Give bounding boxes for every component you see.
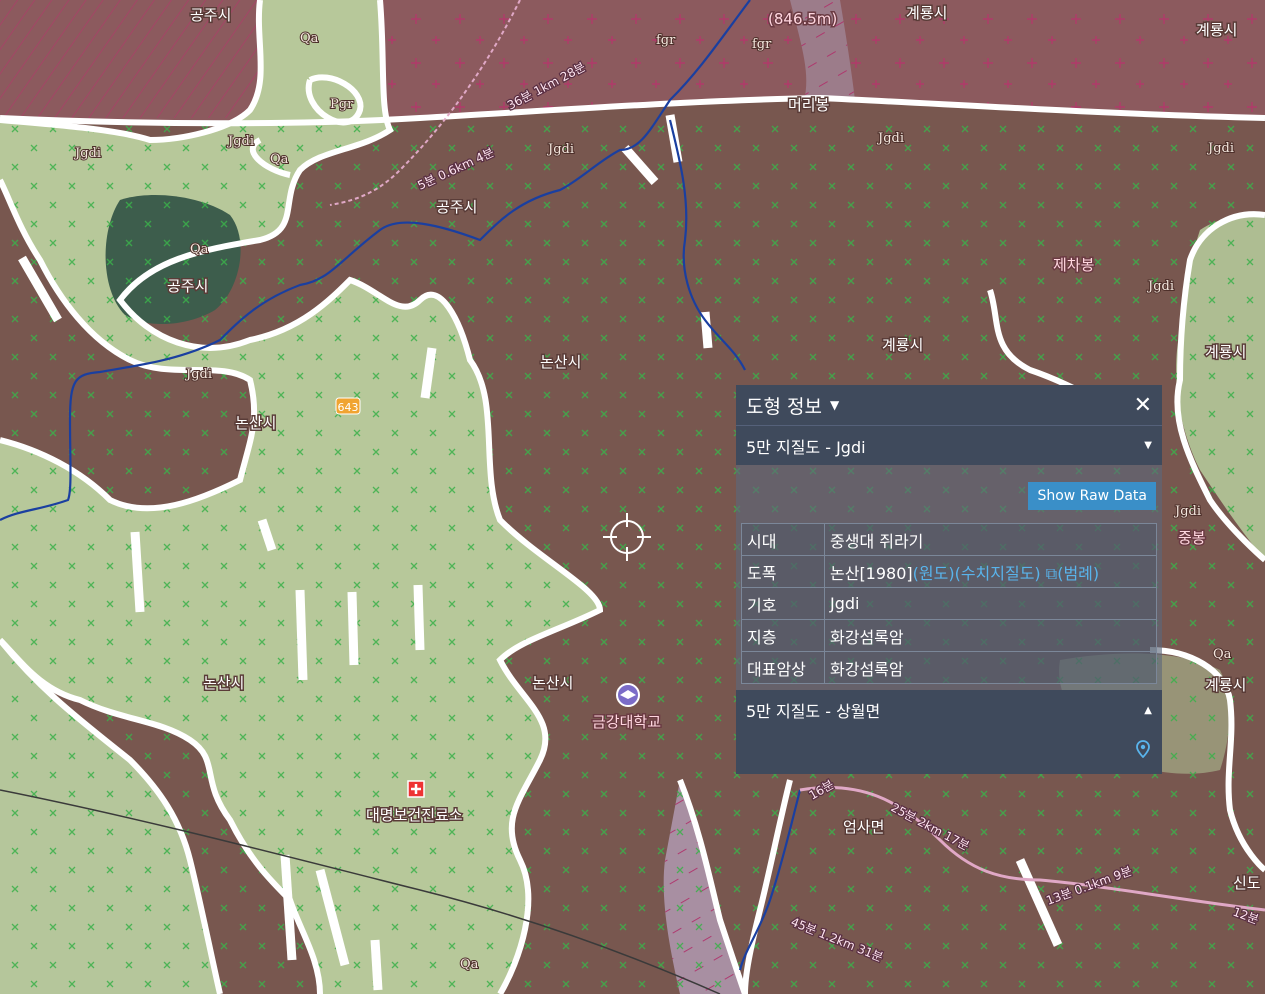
attribute-value-cell: 논산[1980](원도)(수치지질도) ⧉(범례) [824,555,1157,588]
table-row: 지층 화강섬록암 [741,619,1157,652]
attribute-value: Jgdi [824,587,1157,620]
geo-code: Jgdi [1146,279,1174,294]
external-link-icon[interactable]: ⧉ [1041,564,1057,583]
place-label: 공주시 [167,277,208,295]
layer-section-label: 5만 지질도 - 상월면 [746,702,881,721]
layer-section-jgdi[interactable]: 5만 지질도 - Jgdi ▼ [736,425,1162,465]
geo-code: Qa [460,957,479,972]
raw-data-row: Show Raw Data [736,465,1162,515]
caret-down-icon[interactable]: ▼ [830,398,839,412]
original-map-link[interactable]: (원도) [913,564,955,583]
attribute-table: 시대 중생대 쥐라기 도폭 논산[1980](원도)(수치지질도) ⧉(범례) … [741,523,1157,684]
peak-label: 제차봉 [1053,256,1094,274]
panel-footer [736,730,1162,774]
attribute-key: 기호 [741,587,825,620]
geo-code: fgr [752,37,772,52]
place-label: 엄사면 [843,818,884,836]
place-label: 신도 [1233,874,1261,892]
geo-code: Jgdi [1206,141,1234,156]
university-label: 금강대학교 [592,713,661,731]
close-icon[interactable]: ✕ [1134,393,1152,418]
peak-label: 머리봉 [788,96,829,114]
attribute-key: 시대 [741,523,825,556]
svg-text:643: 643 [338,401,359,414]
attribute-value: 화강섬록암 [824,651,1157,684]
clinic-icon [407,780,425,798]
place-label: 공주시 [436,198,477,216]
geo-code: Jgdi [1173,504,1201,519]
panel-title[interactable]: 도형 정보 [746,392,822,419]
panel-header: 도형 정보 ▼ ✕ [736,385,1162,425]
peak-elevation: (846.5m) [768,10,837,28]
geo-code: Qa [190,242,209,257]
table-row: 시대 중생대 쥐라기 [741,523,1157,556]
geo-code: fgr [656,33,676,48]
place-label: 계룡시 [1205,343,1246,361]
geo-code: Jgdi [73,146,101,161]
geo-code: Pgr [330,97,354,112]
geo-code: Qa [270,152,289,167]
place-label: 계룡시 [1196,21,1237,39]
geo-code: Qa [300,31,319,46]
peak-label: 중봉 [1178,529,1206,547]
place-label: 논산시 [532,674,573,692]
attribute-key: 지층 [741,619,825,652]
table-row: 도폭 논산[1980](원도)(수치지질도) ⧉(범례) [741,555,1157,588]
university-icon [616,683,640,707]
road-number-badge: 643 [335,397,361,415]
geo-code: Jgdi [226,134,254,149]
place-label: 공주시 [190,6,231,24]
attribute-key: 대표암상 [741,651,825,684]
caret-down-icon: ▼ [1144,440,1152,451]
layer-section-sangwol[interactable]: 5만 지질도 - 상월면 ▲ [736,690,1162,730]
location-pin-icon[interactable] [1136,740,1150,758]
clinic-label: 대명보건진료소 [366,806,463,824]
table-row: 기호 Jgdi [741,587,1157,620]
geo-code: Jgdi [876,131,904,146]
legend-link[interactable]: (범례) [1057,564,1099,583]
place-label: 논산시 [203,674,244,692]
feature-info-panel: 도형 정보 ▼ ✕ 5만 지질도 - Jgdi ▼ Show Raw Data … [736,385,1162,774]
caret-up-icon: ▲ [1144,704,1152,716]
place-label: 계룡시 [1205,676,1246,694]
attribute-key: 도폭 [741,555,825,588]
place-label: 논산시 [235,414,276,432]
layer-section-label: 5만 지질도 - Jgdi [746,437,866,457]
attribute-value: 논산[1980] [830,563,913,583]
geo-code: Jgdi [546,142,574,157]
attribute-value: 화강섬록암 [824,619,1157,652]
place-label: 계룡시 [906,4,947,22]
geo-code: Qa [1213,647,1232,662]
show-raw-data-button[interactable]: Show Raw Data [1028,482,1156,510]
place-label: 논산시 [540,353,581,371]
digital-map-link[interactable]: (수치지질도) [955,564,1041,583]
place-label: 계룡시 [882,336,923,354]
geo-code: Jgdi [184,367,212,382]
attribute-value: 중생대 쥐라기 [824,523,1157,556]
table-row: 대표암상 화강섬록암 [741,651,1157,684]
